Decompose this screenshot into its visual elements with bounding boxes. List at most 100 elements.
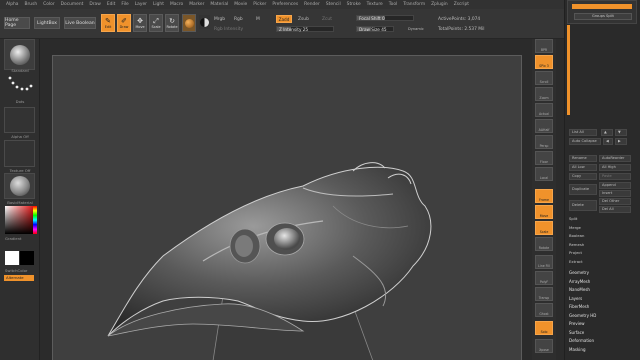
menu-edit[interactable]: Edit	[107, 2, 116, 7]
main-color-swatch[interactable]	[5, 251, 19, 265]
arrow-right-button[interactable]: ▶	[615, 138, 627, 145]
zcut-toggle[interactable]: Zcut	[322, 17, 332, 22]
edit-button[interactable]: ✎ Edit	[101, 14, 115, 32]
shelf-scale-button[interactable]: Scale	[535, 221, 553, 235]
section-deformation[interactable]: Deformation	[569, 338, 594, 343]
material-selector[interactable]	[4, 173, 35, 199]
shelf-xpose-button[interactable]: Xpose	[535, 339, 553, 353]
menu-render[interactable]: Render	[304, 2, 320, 7]
texture-selector[interactable]	[4, 140, 35, 167]
draw-button[interactable]: ✐ Draw	[117, 14, 131, 32]
down-arrow-button[interactable]: ▼	[615, 129, 627, 136]
menu-transform[interactable]: Transform	[403, 2, 425, 7]
zsub-toggle[interactable]: Zsub	[298, 17, 309, 22]
menu-file[interactable]: File	[121, 2, 128, 7]
autoreorder-button[interactable]: AutoReorder	[599, 155, 631, 162]
menu-draw[interactable]: Draw	[89, 2, 100, 7]
menu-zscript[interactable]: Zscript	[454, 2, 469, 7]
menu-layer[interactable]: Layer	[135, 2, 147, 7]
shelf-line-fill-button[interactable]: Line Fill	[535, 255, 553, 269]
up-arrow-button[interactable]: ▲	[601, 129, 613, 136]
list-all-button[interactable]: List All	[569, 129, 597, 136]
shelf-local-button[interactable]: Local	[535, 167, 553, 181]
menu-picker[interactable]: Picker	[253, 2, 266, 7]
section-nanomesh[interactable]: NanoMesh	[569, 287, 590, 292]
section-geometry-hd[interactable]: Geometry HD	[569, 313, 596, 318]
submenu-project[interactable]: Project	[569, 250, 582, 255]
submenu-remesh[interactable]: Remesh	[569, 242, 584, 247]
shelf-bpr-button[interactable]: BPR	[535, 39, 553, 53]
menu-stencil[interactable]: Stencil	[326, 2, 341, 7]
section-fibermesh[interactable]: FiberMesh	[569, 304, 589, 309]
rgb-intensity-label[interactable]: Rgb Intensity	[214, 27, 243, 32]
m-toggle[interactable]: M	[256, 17, 260, 22]
menu-zplugin[interactable]: Zplugin	[431, 2, 448, 7]
menu-macro[interactable]: Macro	[170, 2, 183, 7]
section-layers[interactable]: Layers	[569, 296, 582, 301]
lightbox-button[interactable]: LightBox	[34, 17, 60, 29]
menu-light[interactable]: Light	[153, 2, 164, 7]
section-preview[interactable]: Preview	[569, 321, 585, 326]
menu-preferences[interactable]: Preferences	[272, 2, 298, 7]
menu-alpha[interactable]: Alpha	[6, 2, 18, 7]
auto-collapse-button[interactable]: Auto Collapse	[569, 138, 601, 145]
submenu-extract[interactable]: Extract	[569, 259, 583, 264]
section-arraymesh[interactable]: ArrayMesh	[569, 279, 590, 284]
paste-button[interactable]: Paste	[599, 173, 631, 180]
alpha-selector[interactable]	[4, 107, 35, 133]
focal-shift-slider[interactable]: Focal Shift 0	[356, 15, 414, 21]
hue-strip[interactable]	[33, 206, 37, 234]
submenu-merge[interactable]: Merge	[569, 225, 581, 230]
arrow-left-button[interactable]: ◀	[603, 138, 613, 145]
duplicate-button[interactable]: Duplicate	[569, 184, 597, 195]
shelf-rotate-button[interactable]: Rotate	[535, 237, 553, 251]
menu-marker[interactable]: Marker	[189, 2, 204, 7]
menu-material[interactable]: Material	[210, 2, 228, 7]
shelf-polyf-button[interactable]: PolyF	[535, 271, 553, 285]
rgb-toggle[interactable]: Rgb	[234, 17, 243, 22]
section-masking[interactable]: Masking	[569, 347, 586, 352]
move-button[interactable]: ✥ Move	[133, 14, 147, 32]
live-boolean-button[interactable]: Live Boolean	[64, 17, 96, 29]
menu-texture[interactable]: Texture	[367, 2, 383, 7]
all-high-button[interactable]: All High	[599, 164, 631, 171]
insert-button[interactable]: Insert	[599, 190, 631, 197]
all-low-button[interactable]: All Low	[569, 164, 597, 171]
menu-stroke[interactable]: Stroke	[347, 2, 361, 7]
shelf-move-button[interactable]: Move	[535, 205, 553, 219]
submenu-boolean[interactable]: Boolean	[569, 233, 584, 238]
rotate-button[interactable]: ↻ Rotate	[165, 14, 179, 32]
shelf-transp-button[interactable]: Transp	[535, 287, 553, 301]
shelf-frame-button[interactable]: Frame	[535, 189, 553, 203]
shelf-scroll-button[interactable]: Scroll	[535, 71, 553, 85]
menu-brush[interactable]: Brush	[24, 2, 37, 7]
shelf-floor-button[interactable]: Floor	[535, 151, 553, 165]
draw-size-slider[interactable]: Draw Size 45	[356, 26, 394, 32]
menu-movie[interactable]: Movie	[234, 2, 247, 7]
menu-document[interactable]: Document	[61, 2, 84, 7]
subtool-scrollbar[interactable]	[567, 25, 570, 115]
secondary-color-swatch[interactable]	[20, 251, 34, 265]
shelf-actual-button[interactable]: Actual	[535, 103, 553, 117]
menu-color[interactable]: Color	[43, 2, 54, 7]
submenu-split[interactable]: Split	[569, 216, 577, 221]
delete-button[interactable]: Delete	[569, 200, 597, 211]
copy-button[interactable]: Copy	[569, 173, 597, 180]
home-page-button[interactable]: Home Page	[4, 17, 30, 29]
rename-button[interactable]: Rename	[569, 155, 597, 162]
shelf-spix-3-button[interactable]: SPix 3	[535, 55, 553, 69]
shelf-persp-button[interactable]: Persp	[535, 135, 553, 149]
switchcolor-button[interactable]: SwitchColor	[5, 268, 45, 273]
mrgb-toggle[interactable]: Mrgb	[214, 17, 225, 22]
shelf-ghost-button[interactable]: Ghost	[535, 303, 553, 317]
z-intensity-slider[interactable]: Z Intensity 25	[276, 26, 334, 32]
del-other-button[interactable]: Del Other	[599, 198, 631, 205]
brush-selector[interactable]	[4, 39, 35, 70]
shelf-aahalf-button[interactable]: AAHalf	[535, 119, 553, 133]
shelf-zoom-button[interactable]: Zoom	[535, 87, 553, 101]
menu-tool[interactable]: Tool	[389, 2, 398, 7]
color-picker[interactable]	[5, 206, 33, 234]
subtool-list[interactable]: Groups Split	[567, 0, 637, 24]
append-button[interactable]: Append	[599, 182, 631, 189]
zadd-toggle[interactable]: Zadd	[276, 15, 292, 23]
